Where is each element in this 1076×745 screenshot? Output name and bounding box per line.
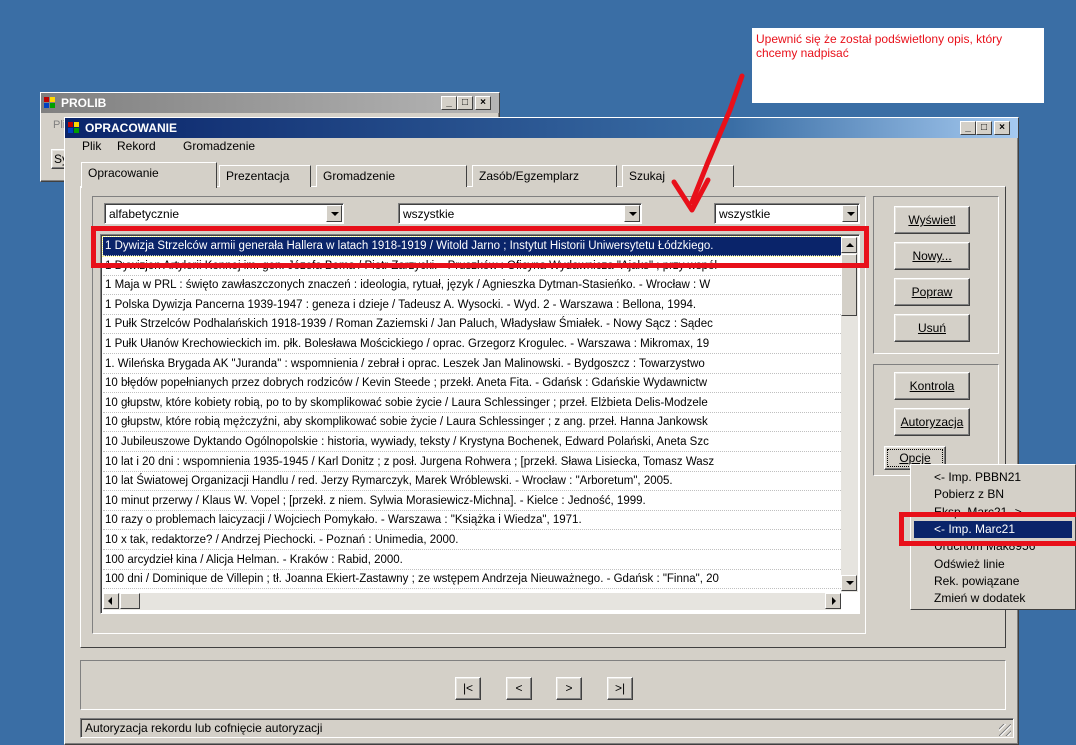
chevron-down-icon[interactable]	[326, 205, 342, 222]
table-row[interactable]: 10 minut przerwy / Klaus W. Vopel ; [prz…	[103, 492, 841, 511]
scroll-thumb[interactable]	[841, 254, 857, 316]
scroll-right-icon[interactable]	[825, 593, 841, 609]
window-app-icon	[68, 122, 80, 134]
horizontal-scrollbar[interactable]	[103, 593, 841, 610]
chevron-down-icon[interactable]	[842, 205, 858, 222]
prolib-app-icon	[44, 97, 56, 109]
table-row[interactable]: 10 głupstw, które robią mężczyźni, aby s…	[103, 413, 841, 433]
context-menu-item[interactable]: Eksp. Marc21 ->	[914, 504, 1072, 521]
status-bar: Autoryzacja rekordu lub cofnięcie autory…	[80, 718, 1014, 738]
window-titlebar[interactable]: OPRACOWANIE _ □ ×	[65, 118, 1018, 138]
table-row[interactable]: 10 błędów popełnianych przez dobrych rod…	[103, 374, 841, 394]
table-row[interactable]: 10 lat Światowej Organizacji Handlu / re…	[103, 472, 841, 492]
table-row[interactable]: 1 Pułk Strzelców Podhalańskich 1918-1939…	[103, 315, 841, 335]
annotation-text: Upewnić się że został podświetlony opis,…	[756, 32, 1003, 60]
context-menu-item[interactable]: Zmień w dodatek	[914, 590, 1072, 607]
prolib-minimize-icon[interactable]: _	[441, 96, 457, 110]
scroll-up-icon[interactable]	[841, 237, 857, 253]
navigation-panel	[80, 660, 1006, 710]
wyswietl-button[interactable]: Wyświetl	[894, 206, 970, 234]
type-filter-select[interactable]: wszystkie	[398, 203, 642, 224]
table-row[interactable]: 1 Maja w PRL : święto zawłaszczonych zna…	[103, 276, 841, 296]
scroll-down-icon[interactable]	[841, 575, 857, 591]
status-text: Autoryzacja rekordu lub cofnięcie autory…	[85, 721, 323, 735]
nav-next-button[interactable]: >	[556, 677, 582, 700]
tab-gromadzenie[interactable]: Gromadzenie	[316, 165, 467, 187]
prolib-titlebar[interactable]: PROLIB _ □ ×	[41, 93, 499, 113]
prolib-maximize-icon[interactable]: □	[457, 96, 473, 110]
table-row[interactable]: 10 lat i 20 dni : wspomnienia 1935-1945 …	[103, 453, 841, 472]
tab-zasob-egzemplarz[interactable]: Zasób/Egzemplarz	[472, 165, 617, 187]
chevron-down-icon[interactable]	[624, 205, 640, 222]
table-row[interactable]: 10 x tak, redaktorze? / Andrzej Piechock…	[103, 531, 841, 550]
usun-button[interactable]: Usuń	[894, 314, 970, 342]
maximize-icon[interactable]: □	[976, 121, 992, 135]
minimize-icon[interactable]: _	[960, 121, 976, 135]
context-menu-item[interactable]: <- Imp. PBBN21	[914, 469, 1072, 486]
table-row[interactable]: 100 arcydzieł kina / Alicja Helman. - Kr…	[103, 551, 841, 570]
context-menu-item[interactable]: Odśwież linie	[914, 556, 1072, 573]
table-row[interactable]: 1 Dywizjon Artylerii Konnej im. gen. Józ…	[103, 257, 841, 276]
prolib-close-icon[interactable]: ×	[475, 96, 491, 110]
window-title: OPRACOWANIE	[85, 121, 178, 135]
context-menu-item[interactable]: <- Imp. Marc21	[914, 520, 1072, 538]
nowy-button[interactable]: Nowy...	[894, 242, 970, 270]
autoryzacja-button[interactable]: Autoryzacja	[894, 408, 970, 436]
annotation-box: Upewnić się że został podświetlony opis,…	[752, 28, 1044, 103]
nav-first-button[interactable]: |<	[455, 677, 481, 700]
nav-last-button[interactable]: >|	[607, 677, 633, 700]
popraw-button[interactable]: Popraw	[894, 278, 970, 306]
table-row[interactable]: 1. Wileńska Brygada AK "Juranda" : wspom…	[103, 355, 841, 374]
table-row[interactable]: 1 Pułk Ułanów Krechowieckich im. płk. Bo…	[103, 335, 841, 354]
scroll-left-icon[interactable]	[103, 593, 119, 609]
tab-prezentacja[interactable]: Prezentacja	[219, 165, 311, 187]
records-list[interactable]: 1 Dywizja Strzelców armii generała Halle…	[100, 234, 860, 614]
tab-opracowanie[interactable]: Opracowanie	[81, 162, 217, 188]
close-icon[interactable]: ×	[994, 121, 1010, 135]
vertical-scrollbar[interactable]	[841, 237, 858, 592]
context-menu-item[interactable]: Uruchom Mak8956	[914, 538, 1072, 555]
table-row[interactable]: 100 dni / Dominique de Villepin ; tł. Jo…	[103, 570, 841, 590]
resize-grip-icon[interactable]	[999, 724, 1011, 736]
sort-order-select[interactable]: alfabetycznie	[104, 203, 344, 224]
context-menu-item[interactable]: Rek. powiązane	[914, 573, 1072, 590]
menu-gromadzenie[interactable]: Gromadzenie	[183, 139, 255, 153]
kontrola-button[interactable]: Kontrola	[894, 372, 970, 400]
table-row[interactable]: 10 Jubileuszowe Dyktando Ogólnopolskie :…	[103, 433, 841, 452]
opcje-context-menu: <- Imp. PBBN21 Pobierz z BN Eksp. Marc21 -…	[910, 464, 1076, 610]
context-menu-item[interactable]: Pobierz z BN	[914, 486, 1072, 503]
table-row[interactable]: 10 głupstw, które kobiety robią, po to b…	[103, 394, 841, 413]
table-row-selected[interactable]: 1 Dywizja Strzelców armii generała Halle…	[102, 236, 842, 257]
annotation-arrow	[671, 73, 745, 213]
prolib-title: PROLIB	[61, 96, 107, 110]
menu-plik[interactable]: Plik	[82, 139, 101, 153]
menu-rekord[interactable]: Rekord	[117, 139, 156, 153]
hscroll-thumb[interactable]	[120, 593, 140, 609]
table-row[interactable]: 10 razy o problemach laicyzacji / Wojcie…	[103, 511, 841, 531]
nav-prev-button[interactable]: <	[506, 677, 532, 700]
table-row[interactable]: 1 Polska Dywizja Pancerna 1939-1947 : ge…	[103, 296, 841, 315]
